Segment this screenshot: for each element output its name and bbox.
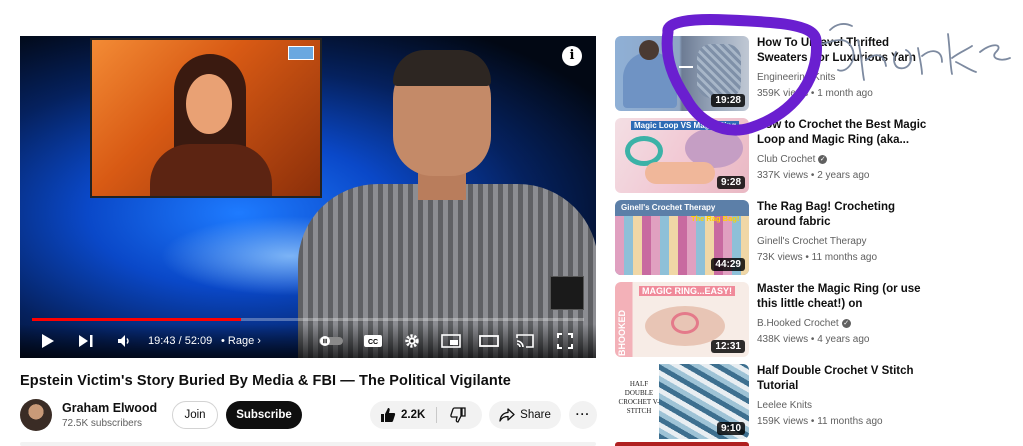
- join-button[interactable]: Join: [172, 401, 218, 429]
- video-thumbnail[interactable]: Ginell's Crochet Therapy The Rag Bag! 44…: [615, 200, 749, 275]
- thumbnail-caption: Ginell's Crochet Therapy: [621, 203, 716, 212]
- recommended-video-meta: 159K views • 11 months ago: [757, 416, 883, 427]
- share-button[interactable]: Share: [489, 401, 561, 429]
- like-button[interactable]: 2.2K: [380, 407, 425, 423]
- recommended-video-title[interactable]: How To Unravel Thrifted Sweaters For Lux…: [757, 36, 927, 66]
- channel-name[interactable]: Graham Elwood: [62, 401, 157, 415]
- recommended-video-channel[interactable]: Leelee Knits: [757, 400, 812, 411]
- thumbnail-caption: Magic Loop VS Magic Ring: [631, 121, 740, 130]
- progress-bar[interactable]: [32, 318, 584, 321]
- info-icon[interactable]: i: [562, 46, 582, 66]
- thumbnail-side-caption: BHOOKED: [617, 309, 627, 356]
- thumbs-up-icon: [381, 408, 396, 422]
- recommended-video-title[interactable]: The Rag Bag! Crocheting around fabric: [757, 200, 927, 230]
- next-icon[interactable]: [76, 332, 96, 350]
- inset-video-woman: [90, 38, 322, 198]
- fullscreen-icon[interactable]: [554, 332, 576, 350]
- settings-gear-icon[interactable]: [402, 332, 422, 350]
- theater-mode-icon[interactable]: [478, 332, 500, 350]
- like-count: 2.2K: [401, 409, 426, 421]
- inset-thumbnail: [288, 46, 314, 60]
- verified-check-icon: ✓: [841, 318, 851, 328]
- thumbnail-caption: MAGIC RING...EASY!: [639, 286, 736, 296]
- recommended-video-channel: Club Crochet: [757, 154, 816, 165]
- video-duration: 44:29: [711, 258, 745, 271]
- recommended-video-channel[interactable]: Engineering Knits: [757, 72, 835, 83]
- video-thumbnail[interactable]: 19:28: [615, 36, 749, 111]
- recommended-video-title[interactable]: How to Crochet the Best Magic Loop and M…: [757, 118, 927, 148]
- thumbnail-subcaption: The Rag Bag!: [691, 214, 740, 223]
- channel-avatar[interactable]: [20, 399, 52, 431]
- chevron-right-icon: ›: [257, 335, 261, 347]
- player-controls: 19:43 / 52:09 • Rage › CC: [20, 324, 596, 358]
- autoplay-toggle[interactable]: [318, 332, 344, 350]
- play-icon[interactable]: [38, 332, 58, 350]
- video-thumbnail[interactable]: BHOOKED MAGIC RING...EASY! 12:31: [615, 282, 749, 357]
- recommended-video[interactable]: Magic Loop VS Magic Ring 9:28 How to Cro…: [615, 118, 1015, 194]
- watch-page: i 19:43 / 52:09 • Rage › CC Epstein Vict…: [0, 0, 1023, 446]
- share-arrow-icon: [499, 408, 515, 422]
- video-duration: 9:10: [716, 422, 745, 435]
- subscriber-count: 72.5K subscribers: [62, 418, 143, 429]
- video-player[interactable]: i 19:43 / 52:09 • Rage › CC: [20, 36, 596, 358]
- video-duration: 19:28: [711, 94, 745, 107]
- recommended-video[interactable]: HALF DOUBLE CROCHET V-STITCH 9:10 Half D…: [615, 364, 1015, 440]
- subtitles-icon[interactable]: CC: [362, 332, 384, 350]
- more-actions-button[interactable]: ···: [569, 401, 597, 429]
- chapter-label: • Rage: [221, 335, 255, 347]
- recommended-video[interactable]: 19:28 How To Unravel Thrifted Sweaters F…: [615, 36, 1015, 112]
- miniplayer-icon[interactable]: [440, 332, 462, 350]
- like-divider: [436, 407, 437, 423]
- recommended-video-channel-row[interactable]: B.Hooked Crochet ✓: [757, 318, 851, 329]
- recommended-video-meta: 73K views • 11 months ago: [757, 252, 878, 263]
- cast-icon[interactable]: [514, 332, 536, 350]
- verified-check-icon: ✓: [818, 154, 828, 164]
- video-title: Epstein Victim's Story Buried By Media &…: [20, 373, 511, 389]
- video-frame: [20, 36, 596, 358]
- recommended-video-channel[interactable]: Ginell's Crochet Therapy: [757, 236, 867, 247]
- volume-icon[interactable]: [114, 332, 134, 350]
- recommended-video-meta: 359K views • 1 month ago: [757, 88, 873, 99]
- recommended-video-channel-row[interactable]: Club Crochet ✓: [757, 154, 828, 165]
- recommended-video-title[interactable]: Half Double Crochet V Stitch Tutorial: [757, 364, 927, 394]
- like-dislike-group: 2.2K: [370, 401, 482, 429]
- thumbs-down-icon: [450, 407, 466, 423]
- next-thumbnail-edge: [615, 442, 749, 446]
- subscribe-button[interactable]: Subscribe: [226, 401, 302, 429]
- video-thumbnail[interactable]: HALF DOUBLE CROCHET V-STITCH 9:10: [615, 364, 749, 439]
- description-box-edge: [20, 442, 596, 446]
- progress-fill: [32, 318, 241, 321]
- svg-text:CC: CC: [368, 339, 378, 346]
- thumbnail-caption: HALF DOUBLE CROCHET V-STITCH: [618, 380, 660, 415]
- video-thumbnail[interactable]: Magic Loop VS Magic Ring 9:28: [615, 118, 749, 193]
- recommended-video[interactable]: Ginell's Crochet Therapy The Rag Bag! 44…: [615, 200, 1015, 276]
- video-duration: 12:31: [711, 340, 745, 353]
- chapter-button[interactable]: • Rage ›: [221, 335, 261, 347]
- dislike-button[interactable]: [450, 407, 466, 426]
- time-display: 19:43 / 52:09: [148, 335, 213, 347]
- share-label: Share: [520, 409, 551, 421]
- recommended-video-meta: 438K views • 4 years ago: [757, 334, 870, 345]
- show-logo: [550, 276, 584, 310]
- recommended-video-channel: B.Hooked Crochet: [757, 318, 839, 329]
- recommended-video-meta: 337K views • 2 years ago: [757, 170, 870, 181]
- recommended-video-title[interactable]: Master the Magic Ring (or use this littl…: [757, 282, 927, 312]
- recommended-video[interactable]: BHOOKED MAGIC RING...EASY! 12:31 Master …: [615, 282, 1015, 358]
- video-duration: 9:28: [716, 176, 745, 189]
